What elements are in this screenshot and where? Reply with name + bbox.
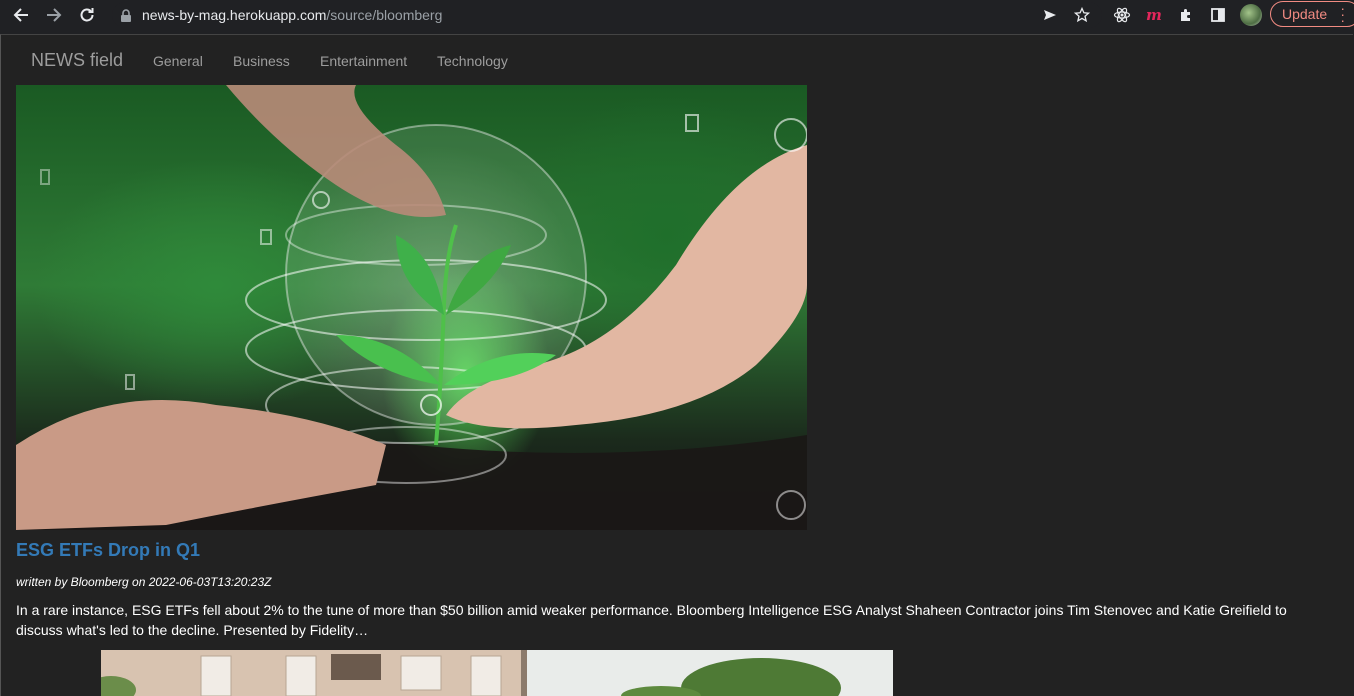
nav-link-business[interactable]: Business — [233, 53, 290, 69]
nav-link-entertainment[interactable]: Entertainment — [320, 53, 407, 69]
svg-text:m: m — [1146, 6, 1162, 24]
forward-arrow-icon[interactable] — [43, 4, 65, 26]
star-icon[interactable] — [1072, 5, 1092, 25]
url-text[interactable]: news-by-mag.herokuapp.com/source/bloombe… — [142, 7, 442, 23]
page-viewport: NEWS field General Business Entertainmen… — [0, 34, 1353, 696]
react-icon[interactable] — [1112, 5, 1132, 25]
browser-toolbar: news-by-mag.herokuapp.com/source/bloombe… — [0, 0, 1354, 30]
site-navbar: NEWS field General Business Entertainmen… — [1, 35, 1353, 85]
more-menu-icon[interactable]: · · · — [1340, 1, 1345, 27]
reload-icon[interactable] — [76, 4, 98, 26]
side-panel-icon[interactable] — [1208, 5, 1228, 25]
nav-link-general[interactable]: General — [153, 53, 203, 69]
back-arrow-icon[interactable] — [10, 4, 32, 26]
address-bar[interactable]: news-by-mag.herokuapp.com/source/bloombe… — [112, 2, 1102, 28]
next-article-image[interactable] — [101, 650, 893, 696]
puzzle-icon[interactable] — [1176, 5, 1196, 25]
article-description: In a rare instance, ESG ETFs fell about … — [16, 602, 1287, 638]
article-title[interactable]: ESG ETFs Drop in Q1 — [16, 540, 200, 561]
site-brand[interactable]: NEWS field — [31, 50, 123, 71]
send-icon[interactable] — [1040, 5, 1060, 25]
article-byline: written by Bloomberg on 2022-06-03T13:20… — [16, 575, 272, 589]
url-host: news-by-mag.herokuapp.com — [142, 7, 327, 23]
m-extension-icon[interactable]: m — [1144, 5, 1164, 25]
lock-icon[interactable] — [120, 9, 132, 27]
article-image[interactable] — [16, 85, 807, 530]
nav-link-technology[interactable]: Technology — [437, 53, 508, 69]
update-label: Update — [1282, 6, 1328, 22]
update-button[interactable]: Update · · · — [1270, 1, 1354, 27]
url-path: /source/bloomberg — [326, 7, 443, 23]
profile-avatar[interactable] — [1240, 4, 1262, 26]
